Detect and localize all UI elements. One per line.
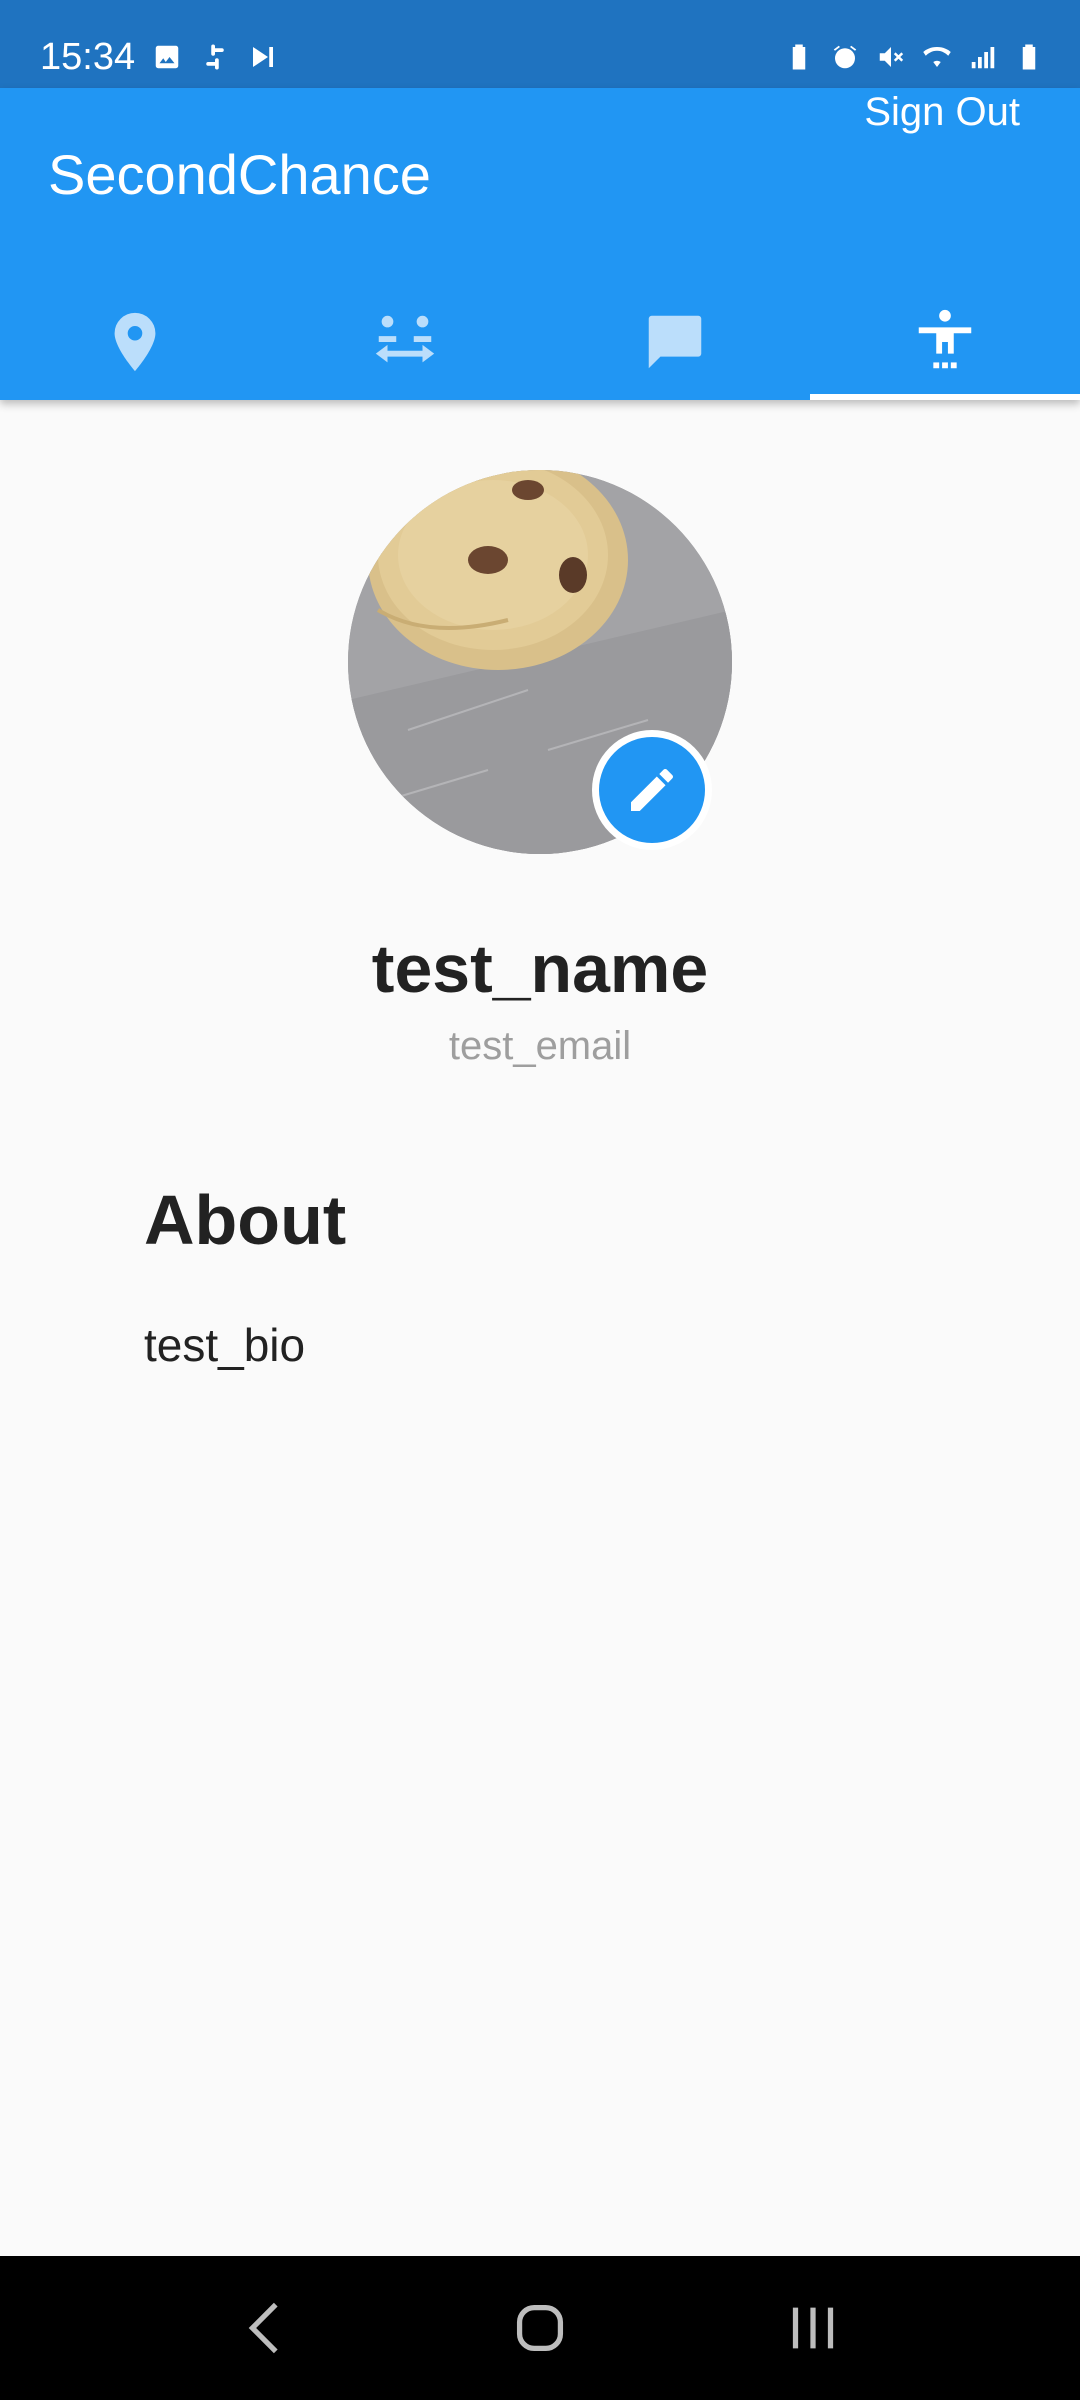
back-button[interactable] bbox=[222, 2283, 312, 2373]
mute-icon bbox=[876, 42, 906, 72]
home-icon bbox=[516, 2304, 564, 2352]
tab-profile[interactable] bbox=[810, 284, 1080, 400]
tab-matches[interactable] bbox=[270, 284, 540, 400]
edit-button-circle bbox=[599, 737, 705, 843]
back-icon bbox=[248, 2302, 278, 2354]
tab-chat[interactable] bbox=[540, 284, 810, 400]
battery-icon bbox=[1014, 42, 1044, 72]
recents-icon bbox=[793, 2307, 834, 2349]
tab-bar bbox=[0, 284, 1080, 400]
people-exchange-icon bbox=[375, 315, 435, 363]
alarm-icon bbox=[830, 42, 860, 72]
chat-icon bbox=[648, 315, 702, 369]
profile-email: test_email bbox=[448, 1024, 632, 1068]
system-nav-bar bbox=[0, 2256, 1080, 2400]
battery-saver-icon bbox=[784, 42, 814, 72]
tab-map[interactable] bbox=[0, 284, 270, 400]
about-heading: About bbox=[144, 1181, 347, 1259]
sign-out-button[interactable]: Sign Out bbox=[864, 90, 1020, 135]
signal-icon bbox=[968, 42, 998, 72]
pencil-icon bbox=[631, 768, 674, 811]
recents-button[interactable] bbox=[768, 2283, 858, 2373]
accessibility-person-icon bbox=[918, 309, 972, 369]
home-button[interactable] bbox=[495, 2283, 585, 2373]
gallery-icon bbox=[152, 42, 182, 72]
status-time: 15:34 bbox=[40, 36, 136, 78]
app-bar: SecondChance Sign Out bbox=[0, 88, 1080, 400]
profile-avatar-container bbox=[348, 470, 732, 854]
status-bar: 15:34 bbox=[0, 0, 1080, 88]
status-left-icons bbox=[152, 42, 278, 72]
edit-avatar-button[interactable] bbox=[592, 730, 712, 850]
profile-name: test_name bbox=[371, 931, 709, 1007]
selected-tab-indicator bbox=[810, 394, 1080, 400]
wifi-icon bbox=[922, 42, 952, 72]
slack-icon bbox=[200, 42, 230, 72]
status-right-icons bbox=[784, 42, 1044, 72]
app-title: SecondChance bbox=[48, 143, 431, 206]
profile-bio: test_bio bbox=[144, 1319, 306, 1371]
location-pin-icon bbox=[114, 312, 156, 372]
media-play-icon bbox=[248, 42, 278, 72]
